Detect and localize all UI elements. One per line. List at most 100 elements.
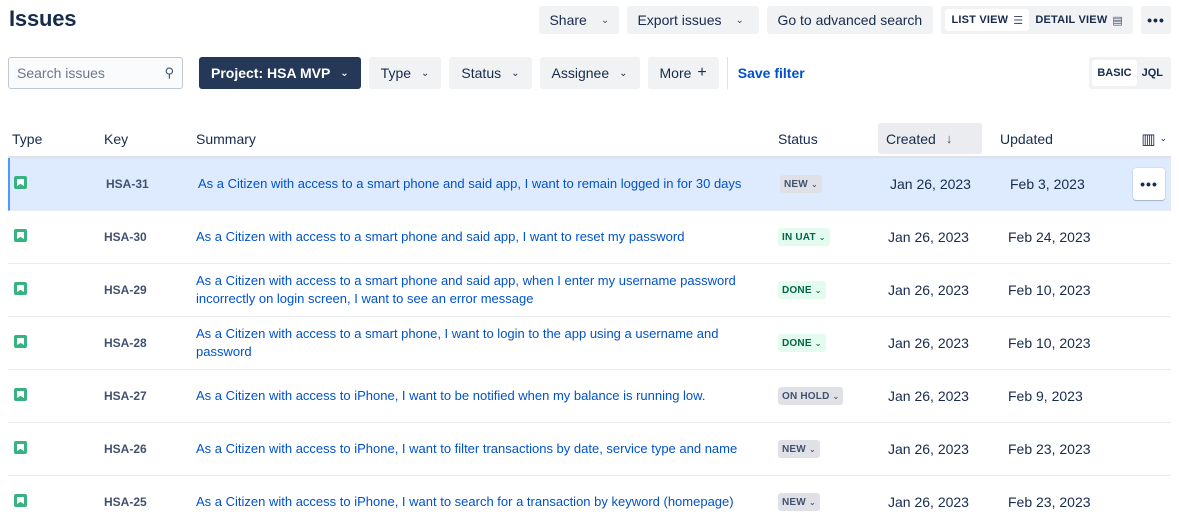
row-more-button[interactable]: ••• <box>1133 168 1165 200</box>
status-label: IN UAT <box>782 231 816 243</box>
issue-summary-link[interactable]: As a Citizen with access to a smart phon… <box>184 175 766 193</box>
filter-bar: ⚲ Project: HSA MVP ⌄ Type ⌄ Status ⌄ Ass… <box>8 57 1171 89</box>
share-label: Share <box>549 12 587 28</box>
issues-table: Type Key Summary Status Created ↓ Update… <box>8 121 1171 520</box>
sort-descending-icon: ↓ <box>945 131 953 146</box>
status-lozenge[interactable]: NEW ⌄ <box>780 175 822 194</box>
created-date: Jan 26, 2023 <box>888 335 969 351</box>
search-input[interactable] <box>17 65 157 81</box>
status-lozenge[interactable]: NEW ⌄ <box>778 493 820 512</box>
status-label: ON HOLD <box>782 390 830 402</box>
list-icon: ☰ <box>1013 14 1024 27</box>
plus-icon: + <box>697 64 707 81</box>
issue-summary-link[interactable]: As a Citizen with access to iPhone, I wa… <box>182 493 764 511</box>
search-icon: ⚲ <box>164 65 174 80</box>
table-row[interactable]: HSA-30 As a Citizen with access to a smar… <box>8 211 1171 264</box>
save-filter-link[interactable]: Save filter <box>738 65 805 81</box>
more-actions-button[interactable]: ••• <box>1141 6 1171 34</box>
basic-mode-button[interactable]: BASIC <box>1092 60 1137 86</box>
detail-icon: ▤ <box>1112 14 1123 27</box>
created-date: Jan 26, 2023 <box>888 388 969 404</box>
list-view-button[interactable]: LIST VIEW ☰ <box>945 9 1030 31</box>
jql-mode-button[interactable]: JQL <box>1137 60 1168 86</box>
issue-type-cell <box>8 441 90 457</box>
issue-type-cell <box>10 176 92 192</box>
chevron-down-icon: ⌄ <box>814 338 822 348</box>
issue-summary-link[interactable]: As a Citizen with access to a smart phon… <box>182 228 764 246</box>
chevron-down-icon: ⌄ <box>810 179 818 189</box>
status-label: DONE <box>782 284 812 296</box>
issue-summary-link[interactable]: As a Citizen with access to a smart phon… <box>182 272 764 308</box>
chevron-down-icon: ⌄ <box>619 67 628 79</box>
issue-summary-link[interactable]: As a Citizen with access to iPhone, I wa… <box>182 440 764 458</box>
column-header-created[interactable]: Created ↓ <box>878 123 982 154</box>
updated-date: Feb 10, 2023 <box>1008 335 1091 351</box>
status-cell: DONE ⌄ <box>764 334 878 353</box>
chevron-down-icon: ⌄ <box>814 285 822 295</box>
story-icon <box>14 494 27 507</box>
table-row[interactable]: HSA-25 As a Citizen with access to iPhone… <box>8 476 1171 520</box>
export-label: Export issues <box>637 12 722 28</box>
column-header-summary[interactable]: Summary <box>182 131 764 147</box>
project-filter-button[interactable]: Project: HSA MVP ⌄ <box>199 57 361 89</box>
share-button[interactable]: Share ⌄ <box>539 6 620 34</box>
issue-summary-link[interactable]: As a Citizen with access to iPhone, I wa… <box>182 387 764 405</box>
more-icon: ••• <box>1140 176 1158 192</box>
status-label: DONE <box>782 337 812 349</box>
updated-date: Feb 23, 2023 <box>1008 494 1091 510</box>
more-filters-button[interactable]: More + <box>647 57 719 89</box>
issue-key[interactable]: HSA-25 <box>90 495 182 509</box>
updated-date: Feb 3, 2023 <box>1010 176 1085 192</box>
chevron-down-icon: ⌄ <box>1159 133 1167 143</box>
chevron-down-icon: ⌄ <box>600 14 610 26</box>
assignee-filter-label: Assignee <box>551 65 610 81</box>
search-mode-toggle: BASIC JQL <box>1089 57 1171 89</box>
table-row[interactable]: HSA-26 As a Citizen with access to iPhone… <box>8 423 1171 476</box>
updated-date: Feb 10, 2023 <box>1008 282 1091 298</box>
more-filters-label: More <box>659 65 692 81</box>
status-lozenge[interactable]: IN UAT ⌄ <box>778 228 830 247</box>
column-header-status[interactable]: Status <box>764 131 878 147</box>
status-filter-label: Status <box>461 65 502 81</box>
status-lozenge[interactable]: DONE ⌄ <box>778 281 826 300</box>
chevron-down-icon: ⌄ <box>808 444 816 454</box>
type-filter-button[interactable]: Type ⌄ <box>368 57 442 89</box>
created-date: Jan 26, 2023 <box>888 441 969 457</box>
column-header-updated[interactable]: Updated <box>982 131 1094 147</box>
column-header-key[interactable]: Key <box>90 131 182 147</box>
status-lozenge[interactable]: NEW ⌄ <box>778 440 820 459</box>
updated-date: Feb 24, 2023 <box>1008 229 1091 245</box>
detail-view-button[interactable]: DETAIL VIEW ▤ <box>1029 9 1129 31</box>
top-actions: Share ⌄ Export issues ⌄ Go to advanced s… <box>531 6 1171 34</box>
table-row[interactable]: HSA-27 As a Citizen with access to iPhone… <box>8 370 1171 423</box>
status-lozenge[interactable]: ON HOLD ⌄ <box>778 387 844 406</box>
chevron-down-icon: ⌄ <box>421 67 430 79</box>
status-lozenge[interactable]: DONE ⌄ <box>778 334 826 353</box>
advanced-search-button[interactable]: Go to advanced search <box>767 6 934 34</box>
issue-key[interactable]: HSA-31 <box>92 177 184 191</box>
assignee-filter-button[interactable]: Assignee ⌄ <box>539 57 640 89</box>
list-view-label: LIST VIEW <box>951 14 1009 26</box>
issue-key[interactable]: HSA-30 <box>90 230 182 244</box>
issue-key[interactable]: HSA-26 <box>90 442 182 456</box>
status-filter-button[interactable]: Status ⌄ <box>449 57 532 89</box>
issue-type-cell <box>8 335 90 351</box>
table-row[interactable]: HSA-28 As a Citizen with access to a smar… <box>8 317 1171 370</box>
table-row[interactable]: HSA-29 As a Citizen with access to a smar… <box>8 264 1171 317</box>
issue-type-cell <box>8 388 90 404</box>
story-icon <box>14 335 27 348</box>
issue-key[interactable]: HSA-29 <box>90 283 182 297</box>
issue-key[interactable]: HSA-27 <box>90 389 182 403</box>
column-header-type[interactable]: Type <box>8 131 90 147</box>
table-row[interactable]: HSA-31 As a Citizen with access to a smar… <box>8 158 1171 211</box>
status-cell: NEW ⌄ <box>764 493 878 512</box>
more-icon: ••• <box>1147 12 1165 28</box>
issue-key[interactable]: HSA-28 <box>90 336 182 350</box>
issue-summary-link[interactable]: As a Citizen with access to a smart phon… <box>182 325 764 361</box>
issue-type-cell <box>8 494 90 510</box>
search-field[interactable]: ⚲ <box>8 57 183 89</box>
export-issues-button[interactable]: Export issues ⌄ <box>627 6 760 34</box>
column-picker[interactable]: ▥ ⌄ <box>1094 130 1171 148</box>
status-cell: ON HOLD ⌄ <box>764 387 878 406</box>
created-date: Jan 26, 2023 <box>888 282 969 298</box>
